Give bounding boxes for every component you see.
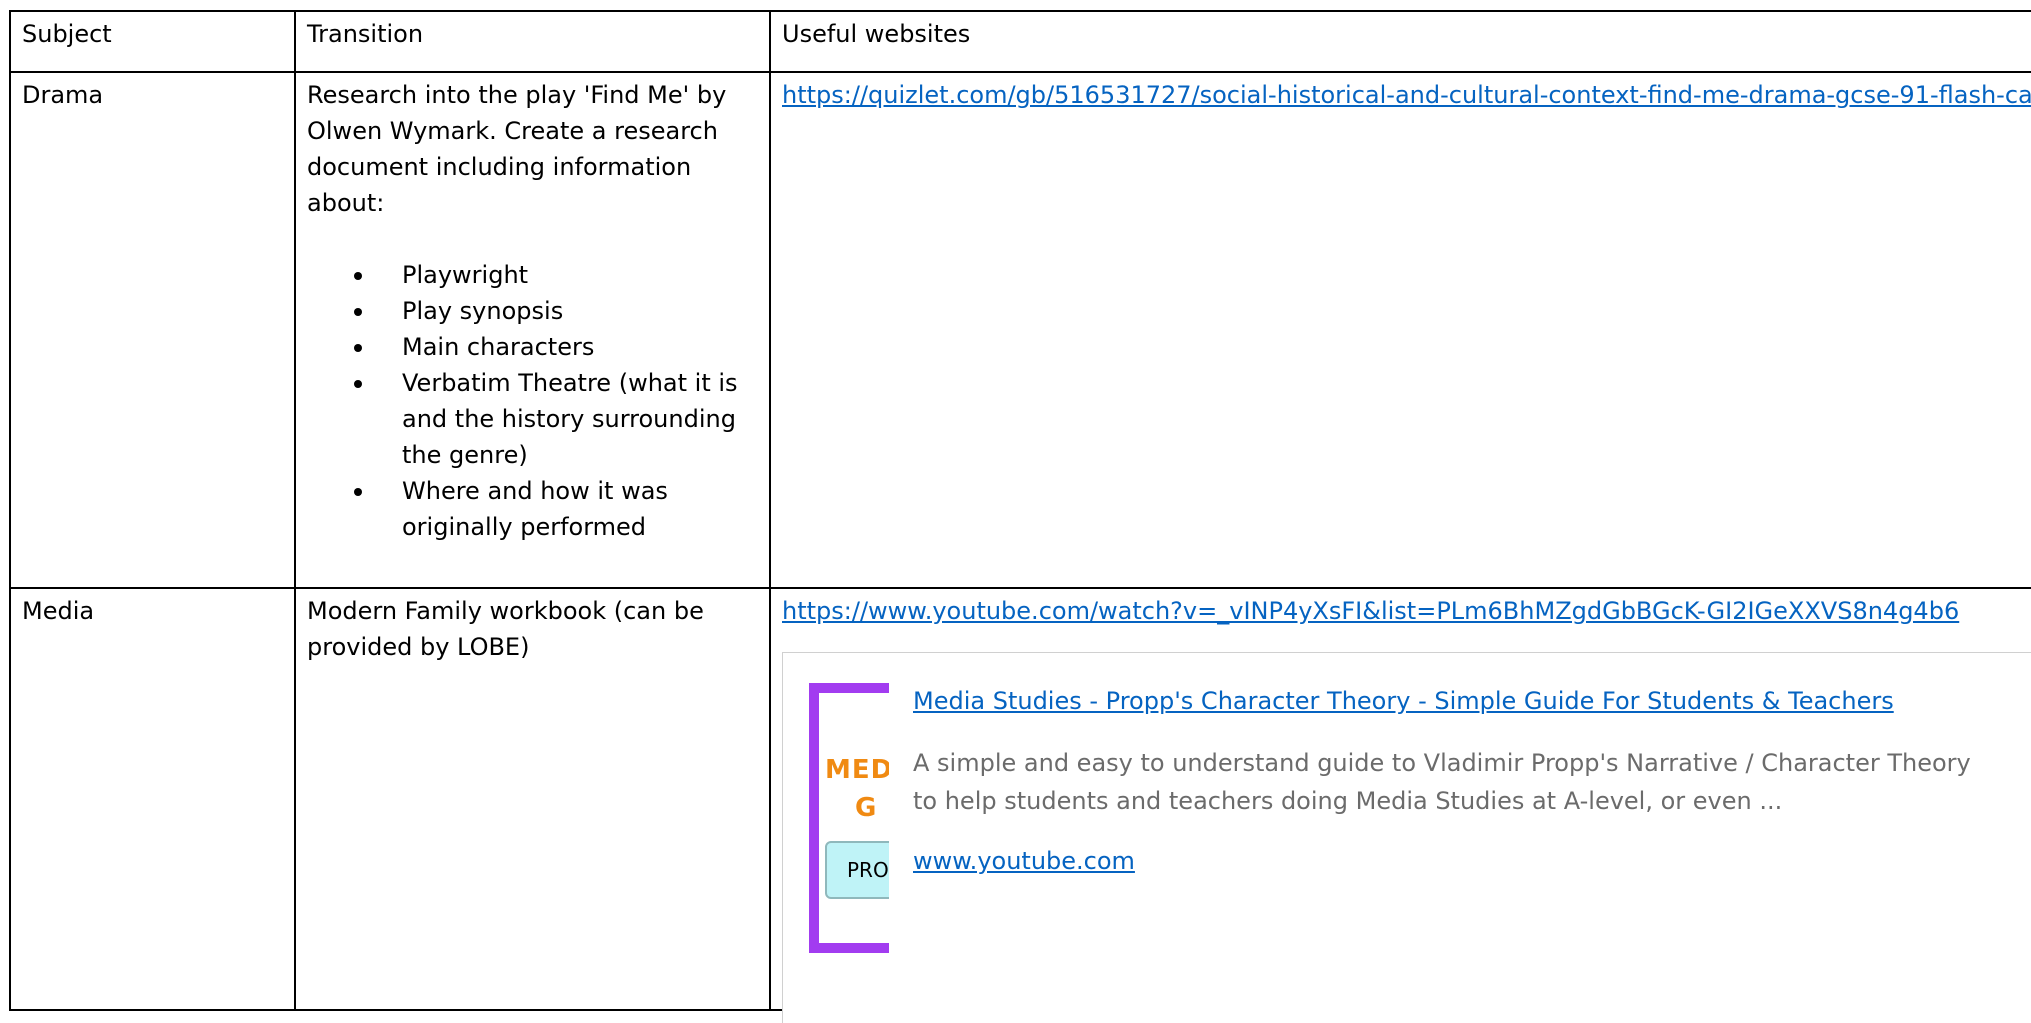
subject-drama: Drama	[22, 81, 104, 109]
transition-bullet-list: Playwright Play synopsis Main characters…	[307, 257, 749, 545]
websites-cell: https://quizlet.com/gb/516531727/social-…	[769, 71, 2031, 589]
table-header-row: Subject Transition Useful websites	[9, 10, 2031, 73]
preview-description: A simple and easy to understand guide to…	[913, 749, 1971, 815]
list-item: Playwright	[354, 257, 749, 293]
quizlet-link[interactable]: https://quizlet.com/gb/516531727/social-…	[782, 81, 2031, 109]
transition-text: Modern Family workbook (can be provided …	[307, 597, 704, 661]
preview-domain-link[interactable]: www.youtube.com	[913, 843, 1135, 879]
video-thumbnail[interactable]: MED G PRO	[809, 683, 889, 953]
subject-cell: Drama	[9, 71, 296, 589]
list-item: Verbatim Theatre (what it is and the his…	[354, 365, 749, 473]
transition-cell: Research into the play 'Find Me' by Olwe…	[294, 71, 771, 589]
header-cell-subject: Subject	[9, 10, 296, 73]
subject-cell: Media	[9, 587, 296, 1011]
list-item: Main characters	[354, 329, 749, 365]
subject-media: Media	[22, 597, 95, 625]
header-cell-transition: Transition	[294, 10, 771, 73]
link-preview-card[interactable]: MED G PRO Media Studies - Propp's Charac…	[782, 652, 2031, 1023]
list-item: Play synopsis	[354, 293, 749, 329]
thumbnail-frame	[809, 683, 889, 953]
youtube-link[interactable]: https://www.youtube.com/watch?v=_vINP4yX…	[782, 597, 1959, 625]
header-websites-label: Useful websites	[782, 20, 971, 48]
header-cell-websites: Useful websites	[769, 10, 2031, 73]
list-item: Where and how it was originally performe…	[354, 473, 749, 545]
transition-text: Research into the play 'Find Me' by Olwe…	[307, 81, 727, 217]
header-transition-label: Transition	[307, 20, 424, 48]
transition-cell: Modern Family workbook (can be provided …	[294, 587, 771, 1011]
preview-title-link[interactable]: Media Studies - Propp's Character Theory…	[913, 683, 1894, 719]
table-row: Drama Research into the play 'Find Me' b…	[9, 71, 2031, 589]
header-subject-label: Subject	[22, 20, 112, 48]
